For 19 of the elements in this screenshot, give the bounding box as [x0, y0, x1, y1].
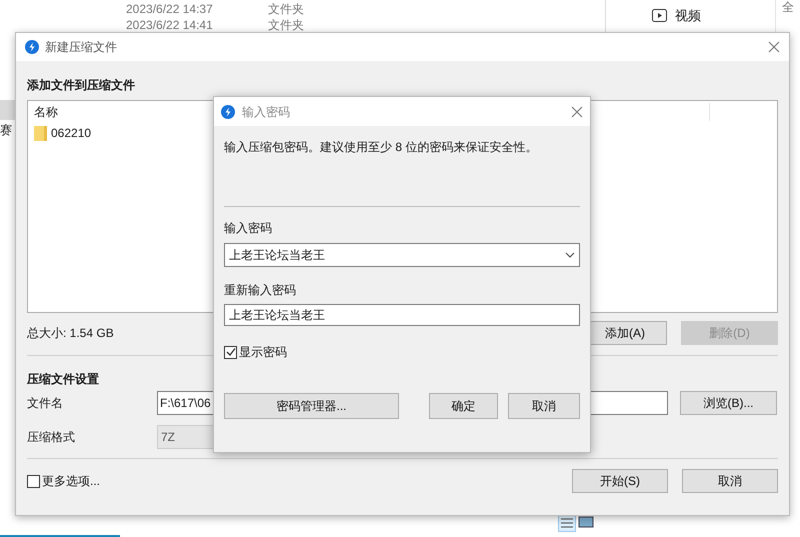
type-text: 文件夹 [268, 18, 304, 32]
instruction-text: 输入压缩包密码。建议使用至少 8 位的密码来保证安全性。 [224, 139, 538, 154]
total-size-text: 总大小: 1.54 GB [27, 325, 115, 342]
file-name: 062210 [51, 125, 92, 142]
confirm-password-label: 重新输入密码 [224, 282, 297, 297]
side-label: 赛 [0, 121, 12, 139]
side-label: 全 [782, 0, 794, 16]
type-text: 文件夹 [268, 2, 304, 16]
window-title: 输入密码 [242, 104, 291, 120]
date-text: 2023/6/22 14:41 [126, 18, 214, 32]
checkbox-label: 更多选项... [42, 473, 100, 490]
section-title: 压缩文件设置 [27, 371, 100, 386]
window-title: 新建压缩文件 [45, 39, 118, 56]
format-label: 压缩格式 [27, 429, 76, 446]
checkbox-label: 显示密码 [239, 344, 287, 361]
date-text: 2023/6/22 14:37 [126, 2, 214, 16]
password-label: 输入密码 [224, 220, 273, 235]
filename-label: 文件名 [27, 395, 64, 412]
section-title: 添加文件到压缩文件 [27, 77, 136, 92]
